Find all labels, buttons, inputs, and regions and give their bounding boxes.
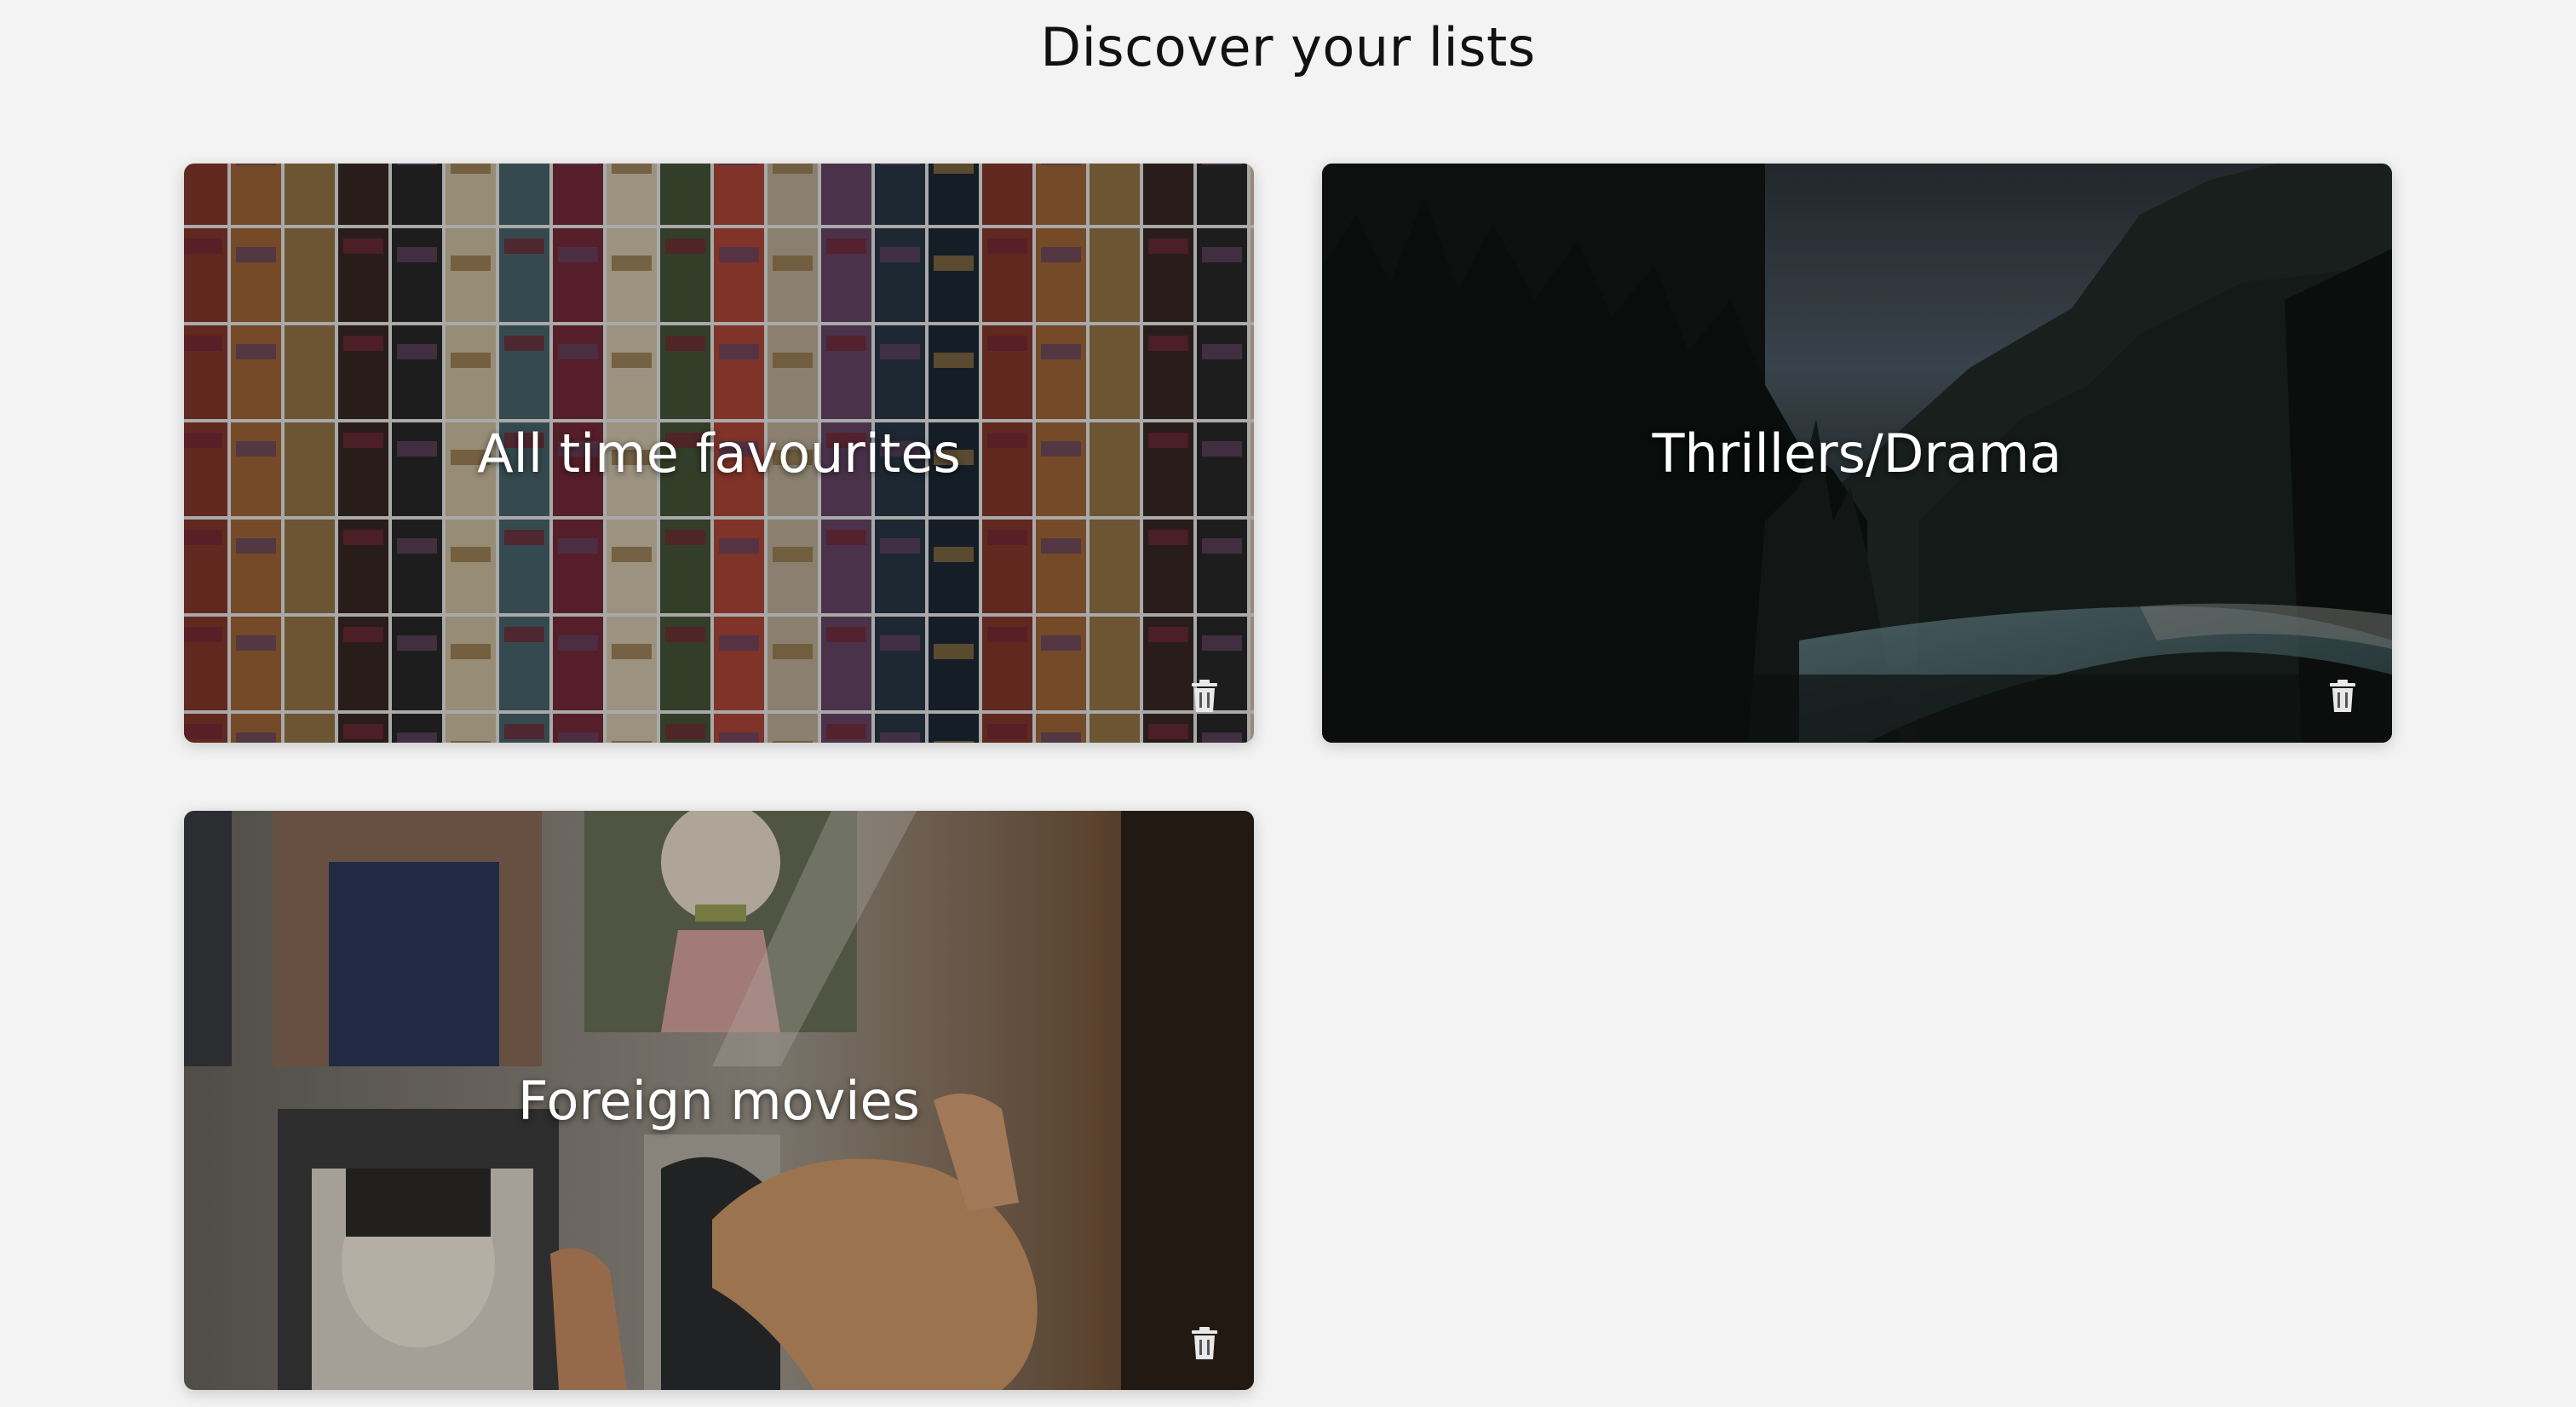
- delete-list-button[interactable]: [2327, 680, 2358, 714]
- page-title: Discover your lists: [1040, 16, 1536, 78]
- delete-list-button[interactable]: [1189, 680, 1220, 714]
- trash-icon: [1192, 680, 1217, 712]
- list-card-foreign-movies[interactable]: Foreign movies: [184, 811, 1254, 1390]
- trash-icon: [1192, 1327, 1217, 1359]
- list-card-title: All time favourites: [477, 422, 961, 485]
- list-card-title: Foreign movies: [518, 1069, 920, 1132]
- trash-icon: [2330, 680, 2355, 712]
- delete-list-button[interactable]: [1189, 1327, 1220, 1361]
- list-card-all-time-favourites[interactable]: All time favourites: [184, 164, 1254, 743]
- list-card-title: Thrillers/Drama: [1652, 422, 2062, 485]
- list-card-thrillers-drama[interactable]: Thrillers/Drama: [1322, 164, 2392, 743]
